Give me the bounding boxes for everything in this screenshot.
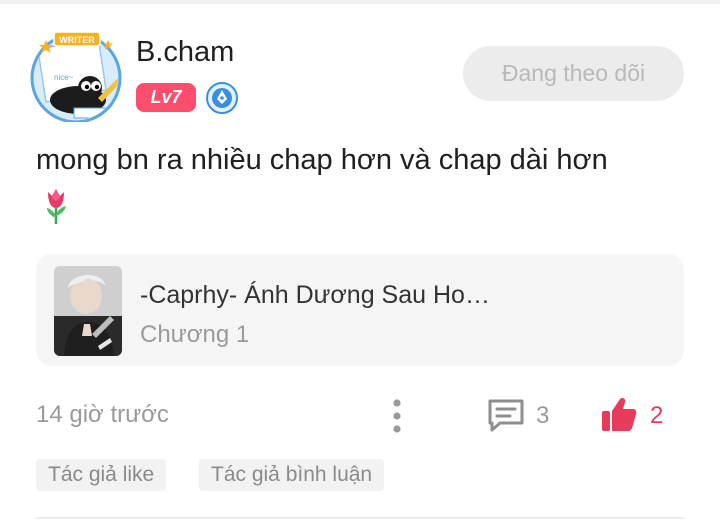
author-name[interactable]: B.cham xyxy=(136,36,234,69)
author-commented-tag: Tác giả bình luận xyxy=(199,459,385,491)
svg-text:nice~: nice~ xyxy=(54,73,74,82)
level-badge: Lv7 xyxy=(136,83,196,112)
tulip-icon xyxy=(40,186,72,226)
reply-comment-icon[interactable] xyxy=(486,397,526,433)
comment-timestamp: 14 giờ trước xyxy=(36,401,169,428)
author-liked-tag: Tác giả like xyxy=(36,459,167,491)
follow-button[interactable]: Đang theo dõi xyxy=(463,46,684,101)
thumbs-up-icon[interactable] xyxy=(600,395,638,433)
comment-text: mong bn ra nhiều chap hơn và chap dài hơ… xyxy=(36,144,608,176)
more-options-icon[interactable] xyxy=(386,396,408,436)
reply-count: 3 xyxy=(536,402,550,429)
chapter-card[interactable]: -Caprhy- Ánh Dương Sau Ho… Chương 1 xyxy=(36,254,684,366)
like-count: 2 xyxy=(650,402,664,429)
chapter-number: Chương 1 xyxy=(140,321,250,348)
chapter-thumbnail xyxy=(54,266,122,356)
writer-pen-badge-icon xyxy=(206,82,238,114)
top-divider xyxy=(0,0,720,4)
bottom-divider xyxy=(36,517,684,519)
user-avatar[interactable]: nice~ WRITER xyxy=(28,30,124,122)
svg-text:WRITER: WRITER xyxy=(59,35,95,45)
chapter-title: -Caprhy- Ánh Dương Sau Ho… xyxy=(140,281,490,309)
